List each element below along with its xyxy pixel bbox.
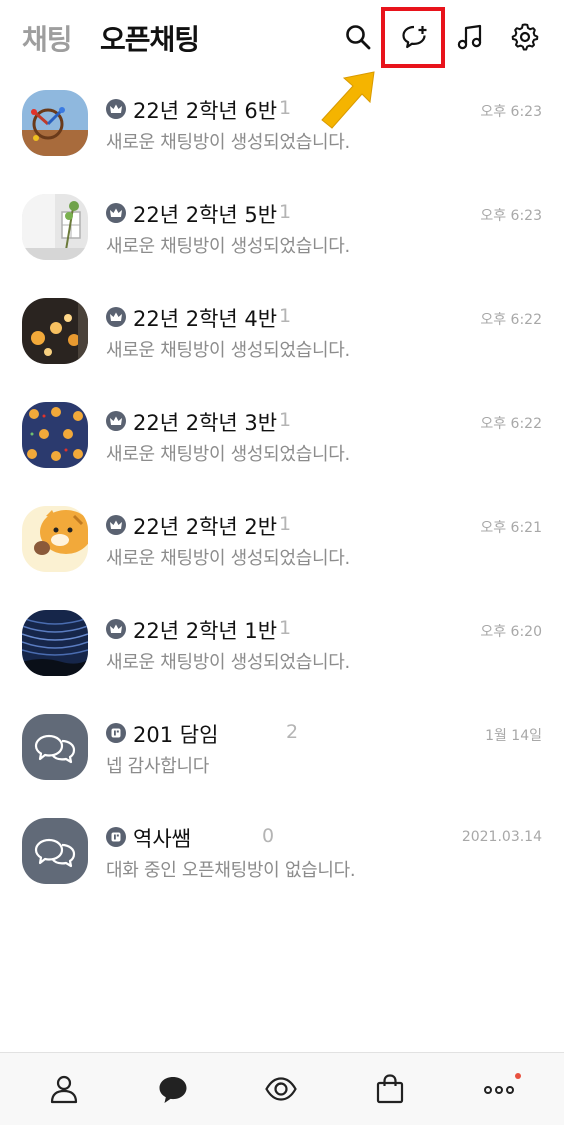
last-message: 새로운 채팅방이 생성되었습니다. <box>106 340 350 361</box>
list-item[interactable]: 201 담임 2 넵 감사합니다 1월 14일 <box>0 704 564 808</box>
room-title: 22년 2학년 5반 <box>133 203 278 227</box>
timestamp: 오후 6:23 <box>480 104 542 120</box>
shopping-icon[interactable] <box>372 1071 408 1107</box>
last-message: 새로운 채팅방이 생성되었습니다. <box>106 652 350 673</box>
friends-icon[interactable] <box>46 1071 82 1107</box>
last-message: 새로운 채팅방이 생성되었습니다. <box>106 444 350 465</box>
room-title: 22년 2학년 1반 <box>133 619 278 643</box>
list-item[interactable]: 22년 2학년 2반 1 새로운 채팅방이 생성되었습니다. 오후 6:21 <box>0 496 564 600</box>
member-count: 1 <box>279 409 292 431</box>
crown-icon <box>106 307 126 327</box>
crown-icon <box>106 619 126 639</box>
last-message: 새로운 채팅방이 생성되었습니다. <box>106 236 350 257</box>
room-title: 22년 2학년 3반 <box>133 411 278 435</box>
search-icon[interactable] <box>343 22 373 52</box>
list-item[interactable]: 22년 2학년 4반 1 새로운 채팅방이 생성되었습니다. 오후 6:22 <box>0 288 564 392</box>
tab-chat[interactable]: 채팅 <box>22 18 73 58</box>
avatar <box>22 402 88 468</box>
avatar <box>22 194 88 260</box>
room-title: 201 담임 <box>133 723 219 747</box>
avatar <box>22 714 88 780</box>
music-icon[interactable] <box>455 22 485 52</box>
avatar <box>22 506 88 572</box>
list-item[interactable]: 역사쌤 0 대화 중인 오픈채팅방이 없습니다. 2021.03.14 <box>0 808 564 912</box>
timestamp: 오후 6:23 <box>480 208 542 224</box>
avatar <box>22 90 88 156</box>
member-count: 1 <box>279 201 292 223</box>
crown-icon <box>106 515 126 535</box>
member-count: 1 <box>279 305 292 327</box>
last-message: 넵 감사합니다 <box>106 756 209 777</box>
more-icon[interactable] <box>481 1071 517 1107</box>
header: 채팅 오픈채팅 <box>0 0 564 80</box>
avatar <box>22 298 88 364</box>
room-title: 22년 2학년 4반 <box>133 307 278 331</box>
timestamp: 오후 6:20 <box>480 624 542 640</box>
room-title: 22년 2학년 2반 <box>133 515 278 539</box>
member-count: 1 <box>279 513 292 535</box>
last-message: 대화 중인 오픈채팅방이 없습니다. <box>106 860 356 881</box>
member-count: 1 <box>279 617 292 639</box>
crown-icon <box>106 203 126 223</box>
list-item[interactable]: 22년 2학년 5반 1 새로운 채팅방이 생성되었습니다. 오후 6:23 <box>0 184 564 288</box>
timestamp: 오후 6:22 <box>480 312 542 328</box>
avatar <box>22 610 88 676</box>
last-message: 새로운 채팅방이 생성되었습니다. <box>106 548 350 569</box>
settings-icon[interactable] <box>510 22 540 52</box>
list-item[interactable]: 22년 2학년 1반 1 새로운 채팅방이 생성되었습니다. 오후 6:20 <box>0 600 564 704</box>
chats-icon[interactable] <box>155 1071 191 1107</box>
list-item[interactable]: 22년 2학년 6반 1 새로운 채팅방이 생성되었습니다. 오후 6:23 <box>0 80 564 184</box>
highlight-box <box>381 7 445 68</box>
timestamp: 1월 14일 <box>485 728 542 744</box>
list-item[interactable]: 22년 2학년 3반 1 새로운 채팅방이 생성되었습니다. 오후 6:22 <box>0 392 564 496</box>
member-count: 2 <box>286 721 299 743</box>
member-count: 1 <box>279 97 292 119</box>
crown-icon <box>106 99 126 119</box>
timestamp: 오후 6:21 <box>480 520 542 536</box>
room-title: 22년 2학년 6반 <box>133 99 278 123</box>
notification-dot <box>515 1073 521 1079</box>
view-icon[interactable] <box>263 1071 299 1107</box>
profile-card-icon <box>106 723 126 743</box>
bottom-nav <box>0 1052 564 1125</box>
timestamp: 오후 6:22 <box>480 416 542 432</box>
room-title: 역사쌤 <box>133 827 191 851</box>
avatar <box>22 818 88 884</box>
member-count: 0 <box>262 825 275 847</box>
last-message: 새로운 채팅방이 생성되었습니다. <box>106 132 350 153</box>
profile-card-icon <box>106 827 126 847</box>
timestamp: 2021.03.14 <box>461 829 542 845</box>
tab-openchat[interactable]: 오픈채팅 <box>100 18 200 58</box>
crown-icon <box>106 411 126 431</box>
